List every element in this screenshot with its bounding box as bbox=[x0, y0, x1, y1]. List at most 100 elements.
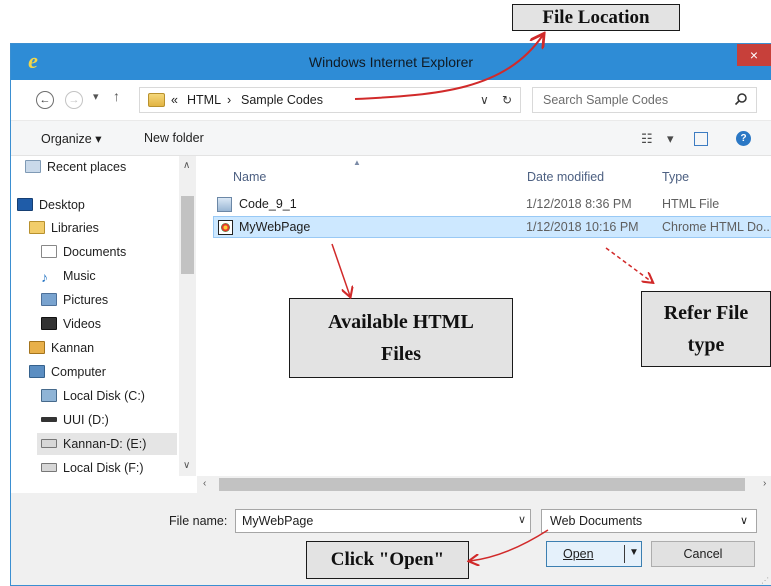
html-file-icon bbox=[217, 197, 232, 212]
new-folder-button[interactable]: New folder bbox=[144, 131, 204, 145]
nav-item-libraries[interactable]: Libraries bbox=[29, 217, 175, 239]
nav-label: Kannan bbox=[51, 341, 95, 355]
scroll-left-icon[interactable]: ‹ bbox=[203, 478, 206, 489]
scrollbar-thumb[interactable] bbox=[219, 478, 745, 491]
view-dropdown-icon[interactable]: ▾ bbox=[667, 131, 674, 147]
scroll-right-icon[interactable]: › bbox=[763, 478, 766, 489]
nav-item-local-disk-c[interactable]: Local Disk (C:) bbox=[41, 385, 175, 407]
nav-label: Local Disk (C:) bbox=[63, 389, 145, 403]
libraries-icon bbox=[29, 221, 45, 234]
scroll-down-icon[interactable]: ∨ bbox=[183, 460, 190, 471]
file-name: Code_9_1 bbox=[239, 197, 297, 211]
file-name-input[interactable]: MyWebPage bbox=[235, 509, 531, 533]
nav-item-computer[interactable]: Computer bbox=[29, 361, 175, 383]
navigation-pane: Recent places Desktop Libraries Document… bbox=[11, 156, 179, 476]
folder-icon bbox=[148, 93, 165, 107]
chrome-html-icon bbox=[218, 220, 233, 235]
scrollbar-thumb[interactable] bbox=[181, 196, 194, 274]
preview-pane-icon[interactable] bbox=[694, 132, 708, 146]
back-button[interactable]: ← bbox=[36, 91, 54, 109]
videos-icon bbox=[41, 317, 57, 330]
address-bar[interactable]: « HTML › Sample Codes ∨ ↻ bbox=[139, 87, 521, 113]
breadcrumb-sample-codes[interactable]: Sample Codes bbox=[241, 93, 323, 107]
nav-item-documents[interactable]: Documents bbox=[41, 241, 175, 263]
nav-item-local-disk-f[interactable]: Local Disk (F:) bbox=[41, 457, 175, 476]
refresh-icon[interactable]: ↻ bbox=[502, 93, 512, 107]
documents-icon bbox=[41, 245, 57, 258]
nav-item-uui-d[interactable]: UUI (D:) bbox=[41, 409, 175, 431]
file-type-select[interactable]: Web Documents ∨ bbox=[541, 509, 757, 533]
nav-label: Pictures bbox=[63, 293, 109, 307]
cancel-button[interactable]: Cancel bbox=[651, 541, 755, 567]
drive-icon bbox=[41, 417, 57, 422]
callout-available-html-files: Available HTML Files bbox=[289, 298, 513, 378]
nav-label: Recent places bbox=[47, 160, 127, 174]
organize-button[interactable]: Organize ▾ bbox=[41, 131, 101, 146]
desktop-icon bbox=[17, 198, 33, 211]
window-title: Windows Internet Explorer bbox=[308, 54, 474, 70]
file-name-label: File name: bbox=[169, 514, 228, 528]
sort-ascending-icon: ▲ bbox=[353, 158, 361, 167]
callout-click-open: Click "Open" bbox=[306, 541, 469, 579]
address-dropdown-button[interactable]: ∨ bbox=[480, 93, 489, 107]
breadcrumb-html[interactable]: HTML bbox=[187, 93, 221, 107]
open-button[interactable]: Open ▼ bbox=[546, 541, 642, 567]
computer-icon bbox=[29, 365, 45, 378]
open-button-label: Open bbox=[563, 547, 594, 561]
file-row-mywebpage[interactable]: MyWebPage 1/12/2018 10:16 PM Chrome HTML… bbox=[213, 216, 771, 238]
title-bar: e Windows Internet Explorer × bbox=[11, 44, 771, 80]
recent-places-icon bbox=[25, 160, 41, 173]
file-name-dropdown-icon[interactable]: ∨ bbox=[518, 513, 526, 526]
nav-label: Documents bbox=[63, 245, 127, 259]
breadcrumb-separator: › bbox=[227, 93, 232, 107]
pictures-icon bbox=[41, 293, 57, 306]
command-toolbar: Organize ▾ New folder ☷ ▾ ? bbox=[11, 120, 771, 156]
column-header-date-modified[interactable]: Date modified bbox=[527, 170, 604, 184]
nav-item-desktop[interactable]: Desktop bbox=[17, 194, 175, 216]
column-header-type[interactable]: Type bbox=[662, 170, 689, 184]
file-date: 1/12/2018 8:36 PM bbox=[526, 197, 632, 211]
breadcrumb-overflow[interactable]: « bbox=[171, 93, 178, 107]
split-divider bbox=[624, 545, 625, 563]
drive-icon bbox=[41, 439, 57, 448]
up-button[interactable]: ↑ bbox=[113, 88, 120, 104]
nav-label: Desktop bbox=[39, 198, 85, 212]
resize-grip-icon[interactable]: ⋰ bbox=[761, 576, 769, 585]
nav-item-videos[interactable]: Videos bbox=[41, 313, 175, 335]
nav-label: UUI (D:) bbox=[63, 413, 109, 427]
navigation-scrollbar[interactable]: ∧ ∨ bbox=[179, 156, 196, 476]
close-button[interactable]: × bbox=[737, 44, 771, 66]
scroll-up-icon[interactable]: ∧ bbox=[183, 160, 190, 171]
nav-label: Libraries bbox=[51, 221, 99, 235]
file-date: 1/12/2018 10:16 PM bbox=[526, 220, 639, 234]
search-input[interactable]: Search Sample Codes bbox=[532, 87, 757, 113]
user-icon bbox=[29, 341, 45, 354]
nav-item-kannan[interactable]: Kannan bbox=[29, 337, 175, 359]
music-icon: ♪ bbox=[41, 269, 48, 285]
recent-locations-dropdown[interactable]: ▾ bbox=[93, 90, 99, 103]
callout-refer-file-type: Refer File type bbox=[641, 291, 771, 367]
change-view-icon[interactable]: ☷ bbox=[641, 131, 653, 147]
chevron-down-icon: ∨ bbox=[739, 515, 748, 527]
nav-item-recent-places[interactable]: Recent places bbox=[25, 156, 175, 178]
help-icon[interactable]: ? bbox=[736, 131, 751, 146]
callout-file-location: File Location bbox=[512, 4, 680, 31]
nav-item-music[interactable]: ♪ Music bbox=[41, 265, 175, 287]
nav-label: Videos bbox=[63, 317, 101, 331]
nav-label: Computer bbox=[51, 365, 106, 379]
open-options-dropdown-icon[interactable]: ▼ bbox=[629, 547, 639, 558]
file-name: MyWebPage bbox=[239, 220, 311, 234]
nav-label: Kannan-D: (E:) bbox=[63, 437, 147, 451]
nav-label: Music bbox=[63, 269, 96, 283]
search-icon[interactable] bbox=[734, 92, 748, 106]
file-type: HTML File bbox=[662, 197, 720, 211]
column-header-name[interactable]: Name bbox=[233, 170, 266, 184]
horizontal-scrollbar[interactable]: ‹ › bbox=[197, 476, 771, 493]
nav-item-pictures[interactable]: Pictures bbox=[41, 289, 175, 311]
nav-label: Local Disk (F:) bbox=[63, 461, 144, 475]
search-placeholder: Search Sample Codes bbox=[543, 93, 669, 107]
file-row-code-9-1[interactable]: Code_9_1 1/12/2018 8:36 PM HTML File bbox=[213, 194, 771, 216]
local-disk-icon bbox=[41, 389, 57, 402]
forward-button[interactable]: → bbox=[65, 91, 83, 109]
nav-item-kannan-d-e[interactable]: Kannan-D: (E:) bbox=[37, 433, 177, 455]
